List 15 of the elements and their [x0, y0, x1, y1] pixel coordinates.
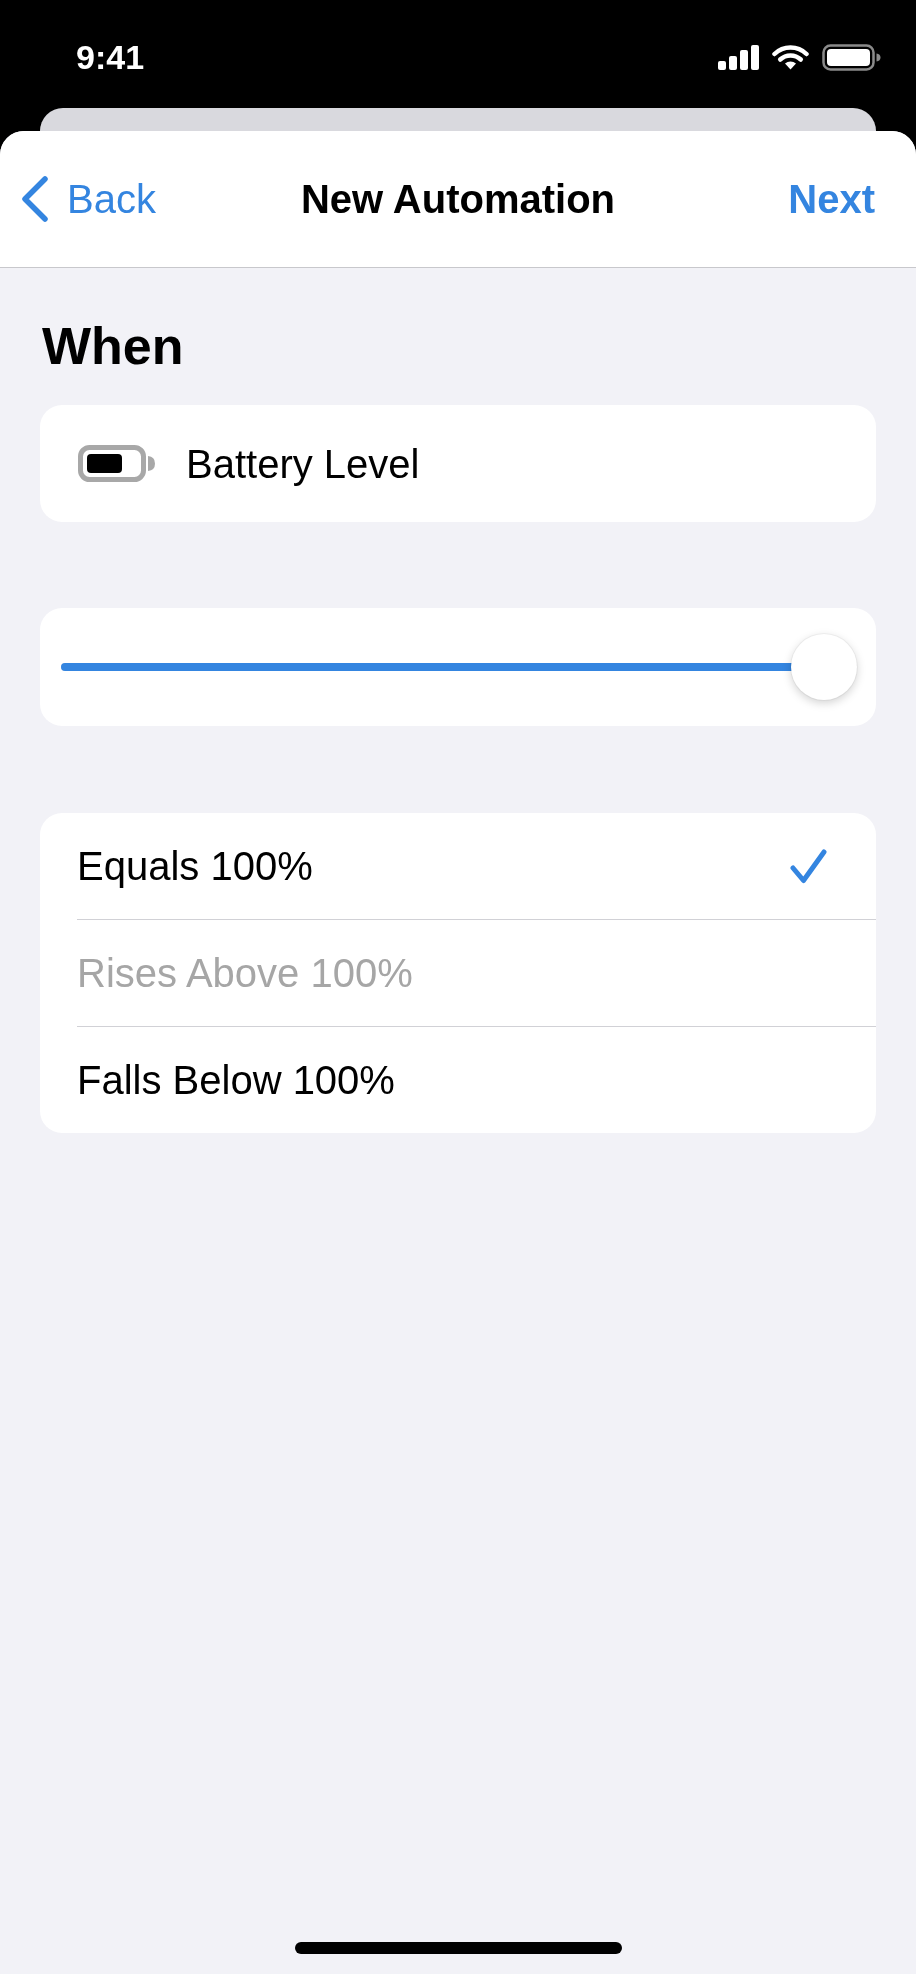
battery-icon	[822, 43, 881, 71]
next-button[interactable]: Next	[788, 176, 875, 222]
slider-thumb[interactable]	[791, 634, 857, 700]
navigation-title: New Automation	[300, 176, 616, 222]
slider-track[interactable]	[61, 634, 857, 700]
option-row[interactable]: Falls Below 100%	[77, 1026, 876, 1133]
back-button[interactable]: Back	[22, 176, 156, 222]
chevron-left-icon	[22, 176, 48, 222]
signal-icon	[718, 44, 759, 70]
option-row[interactable]: Equals 100%	[77, 813, 876, 919]
section-title: When	[42, 320, 185, 372]
status-time: 9:41	[76, 40, 145, 74]
wifi-icon	[772, 44, 809, 70]
trigger-card[interactable]: Battery Level	[40, 405, 876, 522]
battery-icon	[78, 445, 155, 482]
